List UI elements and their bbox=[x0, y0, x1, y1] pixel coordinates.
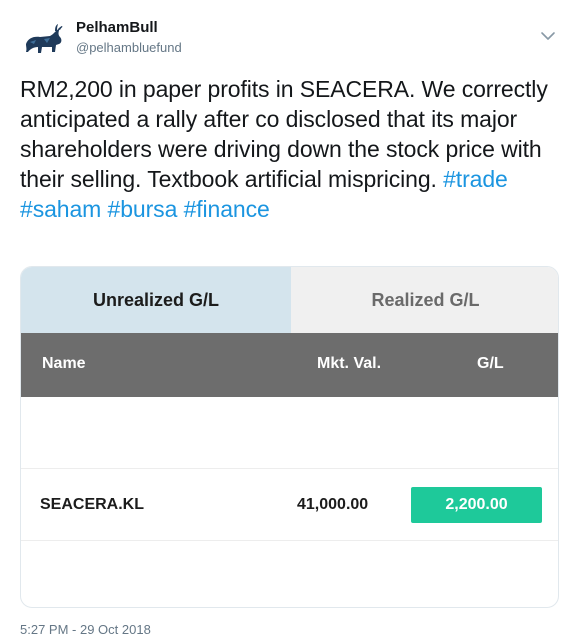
tweet-header: PelhamBull @pelhambluefund bbox=[20, 14, 556, 62]
hashtag-finance[interactable]: #finance bbox=[184, 196, 270, 222]
hashtag-trade[interactable]: #trade bbox=[443, 166, 508, 192]
chevron-down-icon[interactable] bbox=[540, 30, 556, 42]
tweet-timestamp[interactable]: 5:27 PM - 29 Oct 2018 bbox=[20, 622, 151, 637]
cell-market-value: 41,000.00 bbox=[297, 496, 369, 513]
display-name[interactable]: PelhamBull bbox=[76, 18, 182, 38]
tab-bar: Unrealized G/L Realized G/L bbox=[21, 267, 558, 333]
column-header-name: Name bbox=[42, 355, 86, 372]
bull-logo-icon bbox=[20, 16, 66, 62]
table-header: Name Mkt. Val. G/L bbox=[21, 333, 558, 397]
empty-row bbox=[21, 397, 558, 469]
gain-badge: 2,200.00 bbox=[411, 487, 542, 523]
column-header-mkt-val: Mkt. Val. bbox=[317, 355, 382, 372]
tab-realized[interactable]: Realized G/L bbox=[291, 267, 558, 333]
cell-stock-name: SEACERA.KL bbox=[40, 496, 145, 513]
portfolio-card-image[interactable]: Unrealized G/L Realized G/L Name Mkt. Va… bbox=[20, 266, 559, 608]
table-row[interactable]: SEACERA.KL 41,000.00 2,200.00 bbox=[21, 469, 558, 541]
tweet-text: RM2,200 in paper profits in SEACERA. We … bbox=[20, 74, 560, 224]
avatar[interactable] bbox=[20, 16, 66, 62]
user-handle[interactable]: @pelhambluefund bbox=[76, 39, 182, 57]
hashtag-saham[interactable]: #saham bbox=[20, 196, 101, 222]
column-header-gl: G/L bbox=[477, 355, 504, 372]
hashtag-bursa[interactable]: #bursa bbox=[108, 196, 178, 222]
tab-unrealized[interactable]: Unrealized G/L bbox=[21, 267, 291, 333]
